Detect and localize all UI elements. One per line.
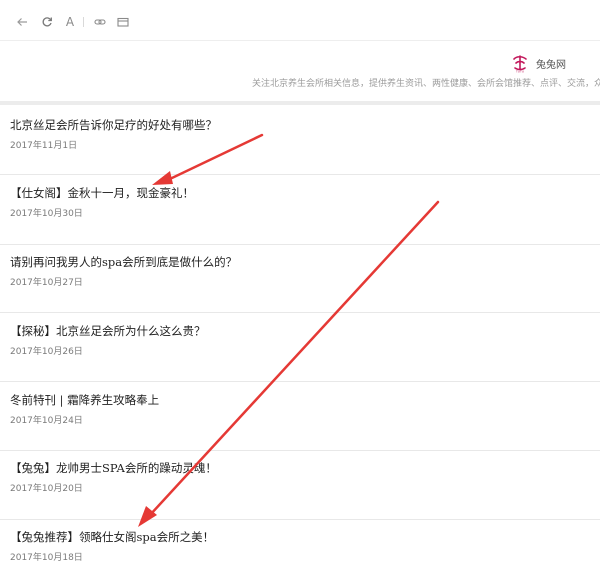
article-title: 北京丝足会所告诉你足疗的好处有哪些？ [10, 118, 217, 132]
article-title: 【仕女阁】金秋十一月，现金豪礼！ [10, 186, 194, 200]
link-icon [94, 19, 106, 25]
article-date: 2017年10月27日 [10, 278, 83, 288]
article-item[interactable]: 【仕女阁】金秋十一月，现金豪礼！ 2017年10月30日 [0, 175, 600, 245]
article-title: 【兔兔】龙帅男士SPA会所的躁动灵魂！ [10, 461, 217, 475]
article-item[interactable]: 请别再问我男人的spa会所到底是做什么的？ 2017年10月27日 [0, 243, 600, 313]
article-date: 2017年10月30日 [10, 209, 83, 219]
article-title: 【探秘】北京丝足会所为什么这么贵？ [10, 324, 206, 338]
article-date: 2017年10月26日 [10, 347, 83, 357]
arrow-left-icon [17, 18, 27, 26]
site-header: TUTU 兔兔网 关注北京养生会所相关信息，提供养生资讯、两性健康、会所会馆推荐… [0, 41, 600, 101]
font-size-button[interactable]: A [62, 14, 78, 30]
svg-text:TUTU: TUTU [515, 70, 524, 74]
article-title: 【兔兔推荐】领略仕女阁spa会所之美！ [10, 530, 215, 544]
article-item[interactable]: 【探秘】北京丝足会所为什么这么贵？ 2017年10月26日 [0, 312, 600, 382]
article-item[interactable]: 北京丝足会所告诉你足疗的好处有哪些？ 2017年11月1日 [0, 105, 600, 175]
article-title: 请别再问我男人的spa会所到底是做什么的？ [10, 255, 238, 269]
article-date: 2017年10月24日 [10, 416, 83, 426]
site-name: 兔兔网 [536, 59, 566, 71]
article-date: 2017年10月20日 [10, 484, 83, 494]
back-button[interactable] [14, 14, 30, 30]
toolbar-divider [83, 17, 84, 27]
article-date: 2017年10月18日 [10, 553, 83, 563]
refresh-icon [42, 17, 52, 27]
article-item[interactable]: 【兔兔】龙帅男士SPA会所的躁动灵魂！ 2017年10月20日 [0, 450, 600, 520]
card-icon [117, 17, 129, 27]
site-logo-icon: TUTU [513, 55, 527, 74]
article-item[interactable]: 冬前特刊 | 霜降养生攻略奉上 2017年10月24日 [0, 381, 600, 451]
site-brand[interactable]: TUTU 兔兔网 [510, 53, 566, 73]
site-tagline: 关注北京养生会所相关信息，提供养生资讯、两性健康、会所会馆推荐、点评、交流，众多… [252, 79, 600, 89]
refresh-button[interactable] [39, 14, 55, 30]
toolbar: A [0, 0, 600, 41]
article-date: 2017年11月1日 [10, 141, 78, 151]
copy-link-button[interactable] [92, 14, 108, 30]
share-card-button[interactable] [115, 14, 131, 30]
font-size-label: A [65, 15, 75, 29]
article-title: 冬前特刊 | 霜降养生攻略奉上 [10, 393, 160, 407]
